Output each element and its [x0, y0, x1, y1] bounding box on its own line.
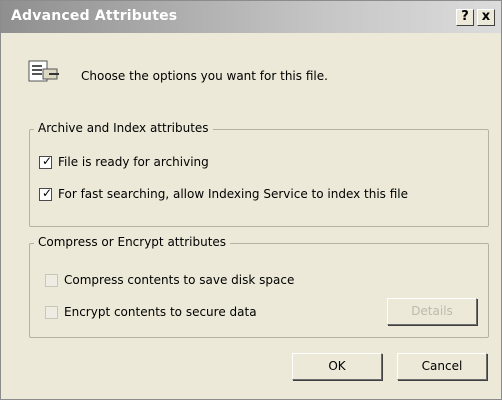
close-button[interactable]: x — [477, 9, 495, 26]
compress-label[interactable]: Compress contents to save disk space — [64, 273, 294, 287]
compress-option[interactable]: Compress contents to save disk space — [45, 273, 294, 287]
archive-index-group: Archive and Index attributes — [29, 121, 489, 227]
compress-group-legend: Compress or Encrypt attributes — [34, 235, 231, 249]
ok-button[interactable]: OK — [292, 353, 382, 380]
details-button[interactable]: Details — [387, 298, 477, 325]
check-icon: ✓ — [42, 185, 53, 200]
advanced-attributes-dialog: Advanced Attributes ? x Choose the optio… — [0, 0, 502, 400]
index-service-label[interactable]: For fast searching, allow Indexing Servi… — [58, 187, 408, 201]
cancel-button[interactable]: Cancel — [397, 353, 487, 380]
index-service-checkbox[interactable]: ✓ — [39, 185, 53, 201]
help-button[interactable]: ? — [456, 9, 474, 26]
archive-group-legend: Archive and Index attributes — [34, 121, 213, 135]
check-icon: ✓ — [42, 153, 53, 168]
archive-ready-checkbox[interactable]: ✓ — [39, 153, 53, 169]
archive-ready-option[interactable]: ✓ File is ready for archiving — [39, 153, 209, 169]
title-bar[interactable]: Advanced Attributes ? x — [1, 1, 501, 33]
encrypt-option[interactable]: Encrypt contents to secure data — [45, 305, 257, 319]
archive-ready-label[interactable]: File is ready for archiving — [58, 155, 209, 169]
index-service-option[interactable]: ✓ For fast searching, allow Indexing Ser… — [39, 185, 408, 201]
folder-file-icon — [28, 60, 59, 82]
encrypt-checkbox[interactable] — [45, 305, 58, 319]
header-instruction: Choose the options you want for this fil… — [81, 69, 328, 83]
compress-checkbox[interactable] — [45, 273, 58, 287]
window-title: Advanced Attributes — [11, 8, 178, 24]
encrypt-label[interactable]: Encrypt contents to secure data — [64, 305, 257, 319]
